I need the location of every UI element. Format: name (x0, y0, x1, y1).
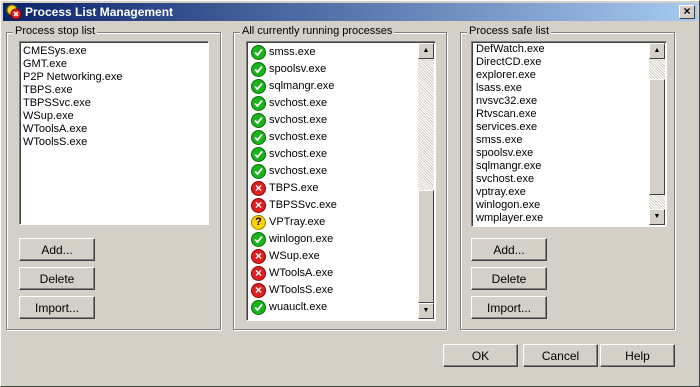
safe-list-item[interactable]: DefWatch.exe (473, 43, 545, 56)
window-title: Process List Management (25, 5, 174, 19)
running-processes-label: All currently running processes (240, 25, 395, 37)
safe-list-item[interactable]: DirectCD.exe (473, 56, 545, 69)
safe-items-container: DefWatch.exe DirectCD.exe explorer.exe lsas… (473, 43, 545, 225)
process-name: svchost.exe (269, 97, 328, 109)
stop-delete-button[interactable]: Delete (19, 267, 95, 290)
running-processes-group: All currently running processes smss.exe… (233, 25, 447, 330)
safe-list-item[interactable]: vptray.exe (473, 186, 545, 199)
safe-list-item[interactable]: wmplayer.exe (473, 212, 545, 225)
close-icon: × (683, 4, 691, 18)
check-icon (251, 147, 266, 162)
stop-list[interactable]: CMESys.exe GMT.exe P2P Networking.exe TBPS.… (19, 41, 209, 225)
stop-add-button[interactable]: Add... (19, 238, 95, 261)
check-icon (251, 45, 266, 60)
check-icon (251, 62, 266, 77)
safe-add-button[interactable]: Add... (471, 238, 547, 261)
check-icon (251, 232, 266, 247)
process-name: wuauclt.exe (269, 301, 328, 313)
running-processes-list[interactable]: smss.exe spoolsv.exe sqlmangr.exe svchost.e… (246, 41, 436, 321)
stop-list-item[interactable]: TBPSSvc.exe (20, 97, 208, 110)
safe-list[interactable]: DefWatch.exe DirectCD.exe explorer.exe lsas… (471, 41, 667, 227)
safe-list-item[interactable]: svchost.exe (473, 173, 545, 186)
arrow-up-icon: ▲ (422, 47, 430, 54)
stop-list-item[interactable]: P2P Networking.exe (20, 71, 208, 84)
process-name: svchost.exe (269, 114, 328, 126)
safe-list-item[interactable]: services.exe (473, 121, 545, 134)
stop-list-item[interactable]: WToolsS.exe (20, 136, 208, 149)
safe-list-item[interactable]: spoolsv.exe (473, 147, 545, 160)
close-button[interactable]: × (679, 5, 695, 19)
arrow-down-icon: ▼ (422, 307, 430, 314)
stop-list-item[interactable]: TBPS.exe (20, 84, 208, 97)
scroll-thumb[interactable] (418, 190, 434, 303)
process-name: sqlmangr.exe (269, 80, 335, 92)
stop-list-group: Process stop list CMESys.exe GMT.exe P2P N… (6, 25, 221, 330)
safe-scrollbar[interactable]: ▲ ▼ (649, 43, 665, 225)
arrow-down-icon: ▼ (653, 213, 661, 220)
safe-list-item[interactable]: smss.exe (473, 134, 545, 147)
safe-delete-button[interactable]: Delete (471, 267, 547, 290)
stop-list-label: Process stop list (13, 25, 98, 37)
process-name: VPTray.exe (269, 216, 326, 228)
safe-list-item[interactable]: explorer.exe (473, 69, 545, 82)
process-name: svchost.exe (269, 131, 328, 143)
process-name: svchost.exe (269, 148, 328, 160)
help-button[interactable]: Help (600, 344, 675, 367)
safe-list-group: Process safe list DefWatch.exe DirectCD.e… (460, 25, 675, 330)
stop-list-item[interactable]: CMESys.exe (20, 45, 208, 58)
ok-button[interactable]: OK (443, 344, 518, 367)
title-bar[interactable]: Process List Management × (3, 3, 697, 21)
x-icon: × (251, 181, 266, 196)
check-icon (251, 130, 266, 145)
stop-import-button[interactable]: Import... (19, 296, 95, 319)
safe-list-item[interactable]: sqlmangr.exe (473, 160, 545, 173)
process-name: TBPSSvc.exe (269, 199, 337, 211)
process-name: spoolsv.exe (269, 63, 327, 75)
check-icon (251, 113, 266, 128)
stop-list-item[interactable]: GMT.exe (20, 58, 208, 71)
scroll-thumb[interactable] (649, 79, 665, 195)
app-icon (6, 4, 22, 20)
running-scrollbar[interactable]: ▲ ▼ (418, 43, 434, 319)
process-name: smss.exe (269, 46, 316, 58)
process-name: WSup.exe (269, 250, 320, 262)
safe-list-item[interactable]: nvsvc32.exe (473, 95, 545, 108)
process-name: WToolsA.exe (269, 267, 334, 279)
x-icon: × (251, 266, 266, 281)
question-icon: ? (251, 215, 266, 230)
stop-list-item[interactable]: WSup.exe (20, 110, 208, 123)
safe-list-item[interactable]: Rtvscan.exe (473, 108, 545, 121)
stop-list-item[interactable]: WToolsA.exe (20, 123, 208, 136)
safe-list-item[interactable]: winlogon.exe (473, 199, 545, 212)
safe-list-item[interactable]: lsass.exe (473, 82, 545, 95)
scroll-up-button[interactable]: ▲ (418, 43, 434, 59)
arrow-up-icon: ▲ (653, 47, 661, 54)
process-name: winlogon.exe (269, 233, 334, 245)
safe-import-button[interactable]: Import... (471, 296, 547, 319)
x-icon: × (251, 198, 266, 213)
x-icon: × (251, 249, 266, 264)
scroll-up-button[interactable]: ▲ (649, 43, 665, 59)
check-icon (251, 164, 266, 179)
process-name: svchost.exe (269, 165, 328, 177)
scroll-down-button[interactable]: ▼ (649, 209, 665, 225)
check-icon (251, 79, 266, 94)
safe-list-label: Process safe list (467, 25, 552, 37)
check-icon (251, 96, 266, 111)
process-name: TBPS.exe (269, 182, 319, 194)
process-name: WToolsS.exe (269, 284, 334, 296)
scroll-down-button[interactable]: ▼ (418, 303, 434, 319)
x-icon: × (251, 283, 266, 298)
process-list-window: Process List Management × Process stop l… (0, 0, 700, 387)
check-icon (251, 300, 266, 315)
cancel-button[interactable]: Cancel (523, 344, 598, 367)
